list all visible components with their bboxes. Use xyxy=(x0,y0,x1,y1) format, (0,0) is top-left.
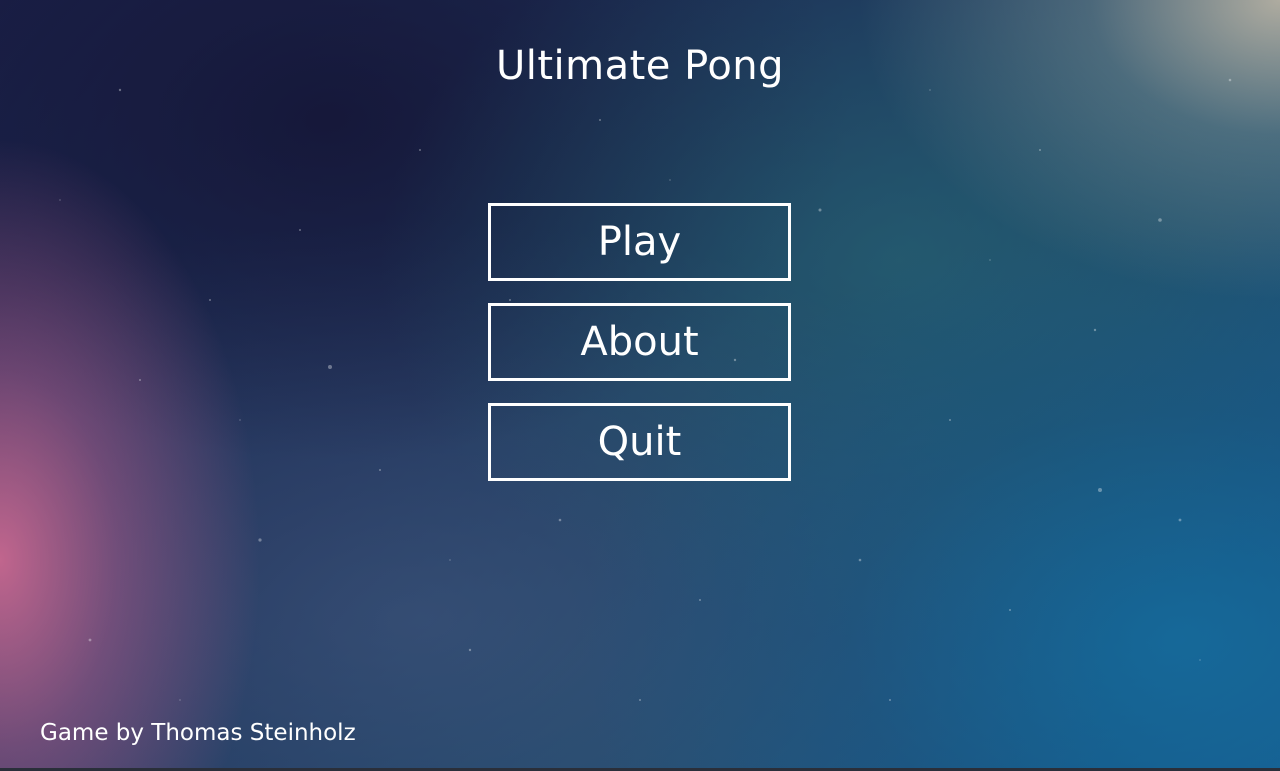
author-credit: Game by Thomas Steinholz xyxy=(40,720,356,746)
game-title: Ultimate Pong xyxy=(495,43,785,89)
quit-button[interactable]: Quit xyxy=(488,403,791,481)
play-button[interactable]: Play xyxy=(488,203,791,281)
about-button[interactable]: About xyxy=(488,303,791,381)
main-menu: Play About Quit xyxy=(488,203,791,503)
